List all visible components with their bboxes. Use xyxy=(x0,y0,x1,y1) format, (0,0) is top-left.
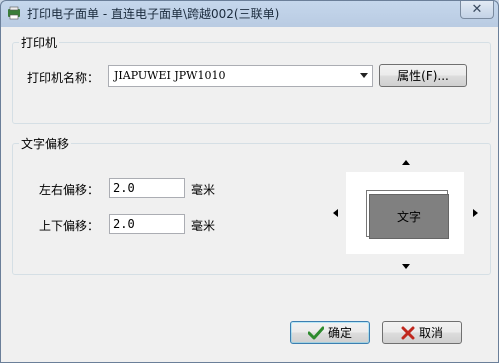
vertical-offset-value: 2.0 xyxy=(113,217,135,231)
app-icon xyxy=(7,6,21,20)
preview-text-block: 文字 xyxy=(369,194,449,239)
ok-button[interactable]: 确定 xyxy=(290,321,370,344)
dialog-client-area: 打印机 打印机名称： JIAPUWEI JPW1010 属性(F)... 文字偏… xyxy=(6,27,493,358)
checkmark-icon xyxy=(307,326,325,340)
printer-select-value: JIAPUWEI JPW1010 xyxy=(114,69,226,82)
cancel-button[interactable]: 取消 xyxy=(382,321,462,344)
text-offset-group: 文字偏移 左右偏移： 2.0 毫米 上下偏移： 2.0 毫米 文字 xyxy=(12,135,491,275)
close-icon: ✕ xyxy=(471,2,483,17)
horizontal-offset-unit: 毫米 xyxy=(191,183,216,197)
horizontal-offset-input[interactable]: 2.0 xyxy=(109,178,185,198)
offset-left-arrow-icon[interactable] xyxy=(333,209,338,217)
offset-down-arrow-icon[interactable] xyxy=(402,264,410,269)
vertical-offset-unit: 毫米 xyxy=(191,219,216,233)
printer-group-title: 打印机 xyxy=(19,34,60,51)
printer-properties-button[interactable]: 属性(F)... xyxy=(379,64,467,87)
horizontal-offset-value: 2.0 xyxy=(113,181,135,195)
vertical-offset-label: 上下偏移： xyxy=(39,219,100,233)
chevron-down-icon xyxy=(360,73,368,78)
close-button[interactable]: ✕ xyxy=(460,1,494,19)
printer-group: 打印机 打印机名称： JIAPUWEI JPW1010 属性(F)... xyxy=(12,34,491,124)
printer-select[interactable]: JIAPUWEI JPW1010 xyxy=(108,65,373,87)
title-bar[interactable]: 打印电子面单 - 直连电子面单\跨越002(三联单) ✕ xyxy=(1,1,498,25)
vertical-offset-input[interactable]: 2.0 xyxy=(109,214,185,234)
cross-icon xyxy=(401,326,415,340)
offset-up-arrow-icon[interactable] xyxy=(402,160,410,165)
horizontal-offset-label: 左右偏移： xyxy=(39,183,100,197)
offset-preview: 文字 xyxy=(346,172,464,254)
dialog-window: 打印电子面单 - 直连电子面单\跨越002(三联单) ✕ 打印机 打印机名称： … xyxy=(0,0,499,363)
offset-right-arrow-icon[interactable] xyxy=(473,209,478,217)
printer-name-label: 打印机名称： xyxy=(27,71,100,85)
window-title: 打印电子面单 - 直连电子面单\跨越002(三联单) xyxy=(27,7,280,21)
ok-button-label: 确定 xyxy=(327,326,352,340)
cancel-button-label: 取消 xyxy=(418,326,443,340)
text-offset-group-title: 文字偏移 xyxy=(19,135,72,152)
